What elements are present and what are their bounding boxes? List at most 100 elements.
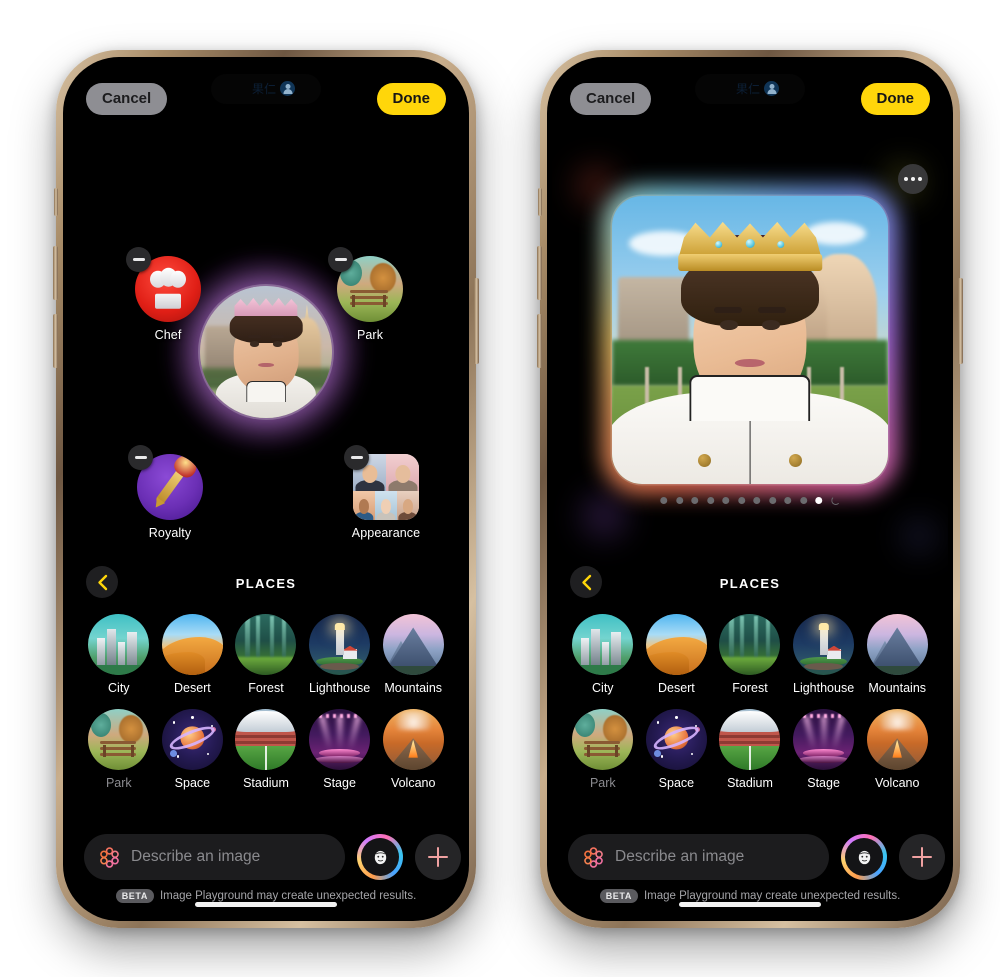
page-dot-active[interactable] <box>815 497 823 504</box>
page-dot[interactable] <box>753 497 761 504</box>
picker-item-lighthouse[interactable]: Lighthouse <box>303 614 377 695</box>
volume-down-button[interactable] <box>53 314 58 368</box>
picker-title: PLACES <box>235 575 297 591</box>
picker-item-stage[interactable]: Stage <box>303 709 377 790</box>
page-dot[interactable] <box>768 497 776 504</box>
concept-thumb <box>126 247 201 322</box>
forest-icon <box>719 614 781 675</box>
picker-item-label: City <box>592 681 614 695</box>
add-concept-button[interactable] <box>415 834 461 880</box>
prompt-input[interactable] <box>131 848 331 866</box>
loading-spinner-icon <box>830 496 840 505</box>
home-indicator[interactable] <box>679 902 821 907</box>
home-indicator[interactable] <box>195 902 337 907</box>
picker-item-city[interactable]: City <box>82 614 156 695</box>
playground-flower-icon <box>100 846 119 868</box>
silence-switch[interactable] <box>538 188 542 216</box>
picker-grid: City Desert Forest Lighthouse Mountains … <box>552 614 948 790</box>
picker-item-space[interactable]: Space <box>156 709 230 790</box>
concept-chip-chef[interactable]: Chef <box>126 247 206 342</box>
page-dot[interactable] <box>799 497 807 504</box>
concept-chip-royalty[interactable]: Royalty <box>128 445 208 540</box>
picker-item-forest[interactable]: Forest <box>229 614 303 695</box>
concept-canvas: Chef Park Royalty Appearance <box>68 124 464 579</box>
power-button[interactable] <box>474 278 479 364</box>
beta-badge: BETA <box>115 889 154 903</box>
preview-photo <box>200 286 332 418</box>
remove-concept-button[interactable] <box>344 445 369 470</box>
concept-chip-appearance[interactable]: Appearance <box>344 445 424 540</box>
prompt-field-wrapper[interactable] <box>84 834 345 880</box>
prompt-input[interactable] <box>615 848 815 866</box>
picker-item-stadium[interactable]: Stadium <box>713 709 787 790</box>
done-button[interactable]: Done <box>860 83 930 115</box>
page-dot[interactable] <box>784 497 792 504</box>
picker-item-desert[interactable]: Desert <box>640 614 714 695</box>
back-button[interactable] <box>570 566 602 598</box>
choose-person-button[interactable] <box>357 834 403 880</box>
concept-chip-park[interactable]: Park <box>328 247 408 342</box>
space-icon <box>645 709 707 770</box>
concept-label: Chef <box>154 328 182 342</box>
done-button[interactable]: Done <box>376 83 446 115</box>
page-dot[interactable] <box>737 497 745 504</box>
page-dot[interactable] <box>675 497 683 504</box>
picker-item-mountains[interactable]: Mountains <box>376 614 450 695</box>
picker-item-park[interactable]: Park <box>82 709 156 790</box>
forest-icon <box>235 614 297 675</box>
volume-down-button[interactable] <box>537 314 542 368</box>
picker-item-volcano[interactable]: Volcano <box>860 709 934 790</box>
prompt-field-wrapper[interactable] <box>568 834 829 880</box>
pagination-dots[interactable] <box>660 496 840 505</box>
phone-bezel: 果仁 Cancel Done <box>63 57 469 921</box>
picker-item-label: Stadium <box>727 776 773 790</box>
silence-switch[interactable] <box>54 188 58 216</box>
park-icon <box>572 709 634 770</box>
volume-up-button[interactable] <box>537 246 542 300</box>
choose-person-button[interactable] <box>841 834 887 880</box>
disclaimer: BETA Image Playground may create unexpec… <box>84 889 448 903</box>
bottom-bar: BETA Image Playground may create unexpec… <box>68 828 464 916</box>
generated-portrait-preview[interactable] <box>166 252 366 452</box>
choose-person-inner <box>361 838 399 876</box>
picker-item-label: Mountains <box>384 681 443 695</box>
remove-concept-button[interactable] <box>126 247 151 272</box>
picker-item-lighthouse[interactable]: Lighthouse <box>787 614 861 695</box>
picker-item-forest[interactable]: Forest <box>713 614 787 695</box>
remove-concept-button[interactable] <box>328 247 353 272</box>
picker-item-volcano[interactable]: Volcano <box>376 709 450 790</box>
face-icon <box>858 850 870 864</box>
page-dot[interactable] <box>722 497 730 504</box>
picker-item-label: Stage <box>323 776 356 790</box>
desert-icon <box>161 614 223 675</box>
add-concept-button[interactable] <box>899 834 945 880</box>
volume-up-button[interactable] <box>53 246 58 300</box>
picker-item-stage[interactable]: Stage <box>787 709 861 790</box>
power-button[interactable] <box>958 278 963 364</box>
picker-item-label: Mountains <box>868 681 927 695</box>
picker-item-label: Stage <box>807 776 840 790</box>
picker-item-label: Lighthouse <box>309 681 371 695</box>
page-dot[interactable] <box>660 497 668 504</box>
picker-item-label: Lighthouse <box>793 681 855 695</box>
choose-person-inner <box>845 838 883 876</box>
page-dot[interactable] <box>706 497 714 504</box>
generated-image-result[interactable] <box>602 186 898 494</box>
result-canvas <box>552 124 948 579</box>
cancel-button[interactable]: Cancel <box>86 83 168 115</box>
picker-item-desert[interactable]: Desert <box>156 614 230 695</box>
remove-concept-button[interactable] <box>128 445 153 470</box>
picker-item-space[interactable]: Space <box>640 709 714 790</box>
picker-item-stadium[interactable]: Stadium <box>229 709 303 790</box>
picker-item-mountains[interactable]: Mountains <box>860 614 934 695</box>
picker-item-city[interactable]: City <box>566 614 640 695</box>
cancel-button[interactable]: Cancel <box>570 83 652 115</box>
page-dot[interactable] <box>691 497 699 504</box>
stage-icon <box>309 709 371 770</box>
picker-item-park[interactable]: Park <box>566 709 640 790</box>
result-artwork <box>612 196 888 484</box>
more-options-button[interactable] <box>898 164 928 194</box>
back-button[interactable] <box>86 566 118 598</box>
portrait-artwork <box>200 286 332 418</box>
concept-label: Appearance <box>351 526 421 540</box>
